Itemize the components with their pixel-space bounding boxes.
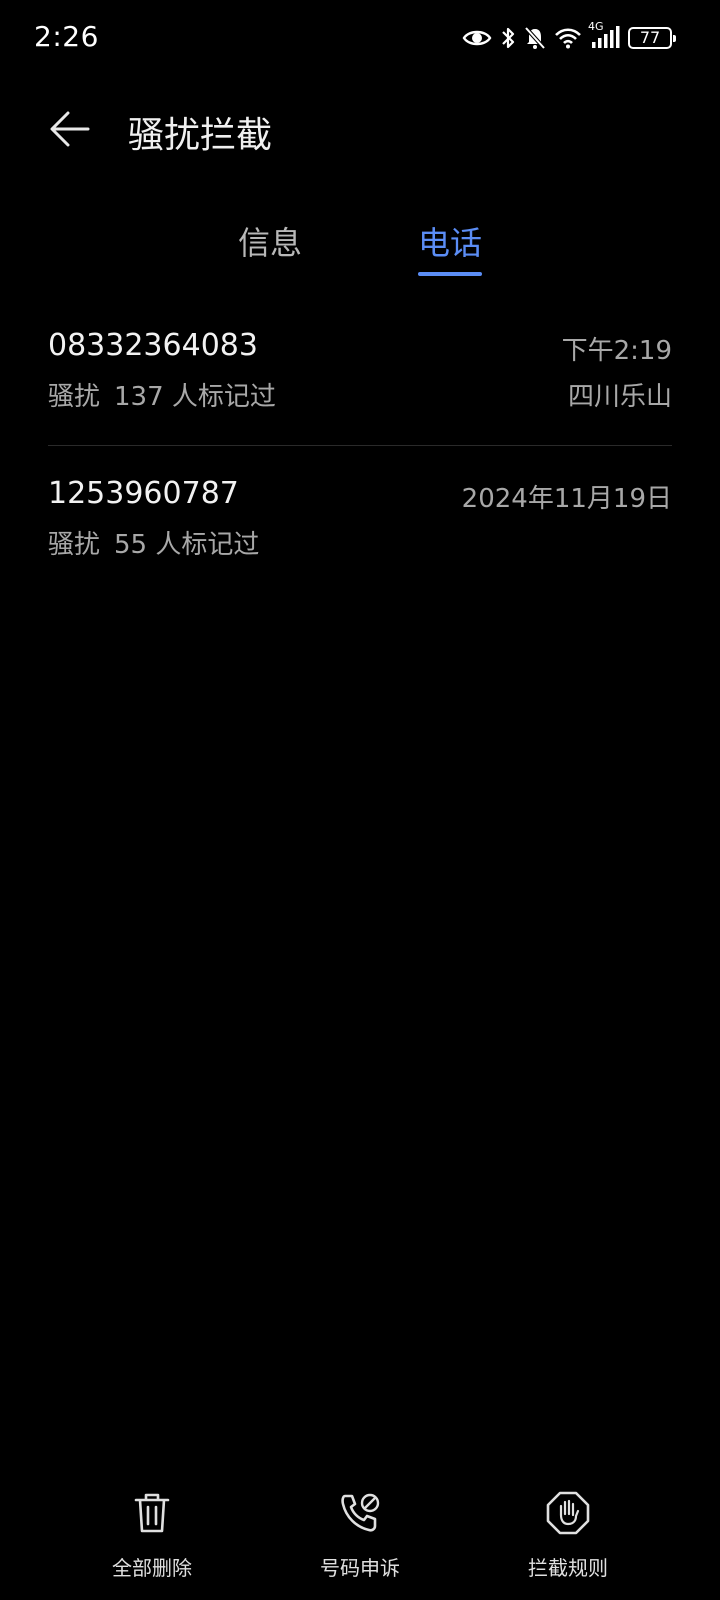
battery-level: 77 [639, 28, 661, 47]
active-tab-indicator [418, 272, 482, 276]
hand-stop-icon [545, 1490, 591, 1540]
call-tag-count: 137 人标记过 [114, 382, 276, 412]
call-time: 2024年11月19日 [461, 484, 672, 514]
block-rules-button[interactable]: 拦截规则 [498, 1490, 638, 1581]
signal-icon: 4G [588, 20, 620, 50]
back-button[interactable] [40, 106, 100, 156]
status-bar: 2:26 4G 77 [0, 0, 720, 80]
blocked-calls-list: 08332364083 下午2:19 骚扰 137 人标记过 四川乐山 12539… [48, 318, 672, 594]
trash-icon [132, 1491, 172, 1539]
delete-all-button[interactable]: 全部删除 [82, 1490, 222, 1581]
wifi-icon [554, 27, 582, 49]
divider [48, 445, 672, 446]
call-row[interactable]: 08332364083 下午2:19 骚扰 137 人标记过 四川乐山 [48, 318, 672, 446]
call-tag: 骚扰 55 人标记过 [48, 524, 259, 561]
tab-messages[interactable]: 信息 [238, 218, 302, 264]
page-title: 骚扰拦截 [128, 115, 273, 156]
call-location: 四川乐山 [567, 382, 672, 412]
mute-bell-icon [524, 26, 546, 50]
tab-calls[interactable]: 电话 [418, 218, 482, 264]
call-tag-type: 骚扰 [48, 382, 101, 412]
delete-all-label: 全部删除 [112, 1556, 192, 1580]
call-number: 1253960787 [48, 476, 239, 511]
call-number: 08332364083 [48, 328, 258, 363]
call-tag: 骚扰 137 人标记过 [48, 376, 276, 413]
bottom-action-bar: 全部删除 号码申诉 拦截规则 [0, 1490, 720, 1600]
app-header: 骚扰拦截 [0, 90, 720, 170]
call-row[interactable]: 1253960787 2024年11月19日 骚扰 55 人标记过 [48, 466, 672, 594]
eye-icon [462, 27, 492, 49]
network-type: 4G [588, 20, 604, 33]
number-appeal-button[interactable]: 号码申诉 [290, 1490, 430, 1581]
phone-appeal-icon [338, 1491, 382, 1539]
tab-bar: 信息 电话 [0, 210, 720, 280]
block-rules-label: 拦截规则 [528, 1556, 608, 1580]
battery-icon: 77 [628, 27, 676, 49]
status-icons: 4G 77 [462, 20, 676, 54]
bluetooth-icon [500, 26, 516, 50]
call-tag-type: 骚扰 [48, 530, 101, 560]
call-tag-count: 55 人标记过 [114, 530, 260, 560]
call-time: 下午2:19 [561, 336, 672, 366]
arrow-left-icon [48, 109, 92, 153]
number-appeal-label: 号码申诉 [320, 1556, 400, 1580]
status-time: 2:26 [34, 20, 99, 53]
